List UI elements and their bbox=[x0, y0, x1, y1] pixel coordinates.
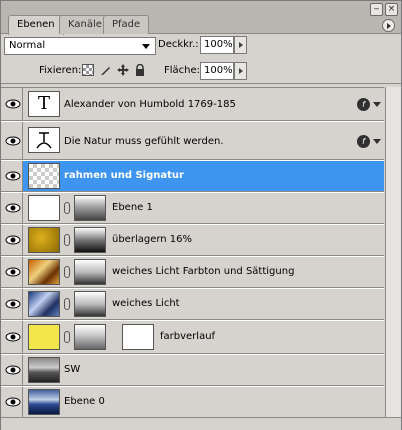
visibility-toggle[interactable] bbox=[1, 122, 23, 159]
layer-name: Ebene 1 bbox=[112, 202, 153, 213]
visibility-toggle[interactable] bbox=[1, 225, 23, 255]
eye-icon bbox=[5, 235, 21, 245]
lock-position-icon[interactable] bbox=[117, 64, 129, 76]
effects-icon[interactable]: f bbox=[357, 135, 370, 148]
text-layer-icon bbox=[28, 127, 60, 153]
gradient-fill-thumbnail bbox=[28, 324, 60, 350]
layer-thumbnail bbox=[28, 357, 60, 383]
layer-row[interactable]: Ebene 1 bbox=[1, 193, 384, 224]
layers-panel: Ebenen Kanäle Pfade ‒ × Normal Deckkr.: … bbox=[0, 0, 402, 430]
eye-icon bbox=[5, 332, 21, 342]
layer-thumbnail bbox=[28, 227, 60, 253]
layer-mask-thumbnail bbox=[74, 291, 106, 317]
eye-icon bbox=[5, 99, 21, 109]
eye-icon bbox=[5, 171, 21, 181]
link-icon[interactable] bbox=[64, 298, 70, 310]
layer-mask-thumbnail bbox=[74, 195, 106, 221]
visibility-toggle[interactable] bbox=[1, 193, 23, 223]
visibility-toggle[interactable] bbox=[1, 355, 23, 385]
layer-name: weiches Licht Farbton und Sättigung bbox=[112, 266, 295, 277]
layer-name: Alexander von Humbold 1769-185 bbox=[64, 99, 236, 110]
lock-pixels-icon[interactable] bbox=[100, 64, 112, 76]
chevron-down-icon[interactable] bbox=[373, 102, 381, 107]
layer-name: SW bbox=[64, 364, 81, 375]
link-icon[interactable] bbox=[64, 331, 70, 343]
eye-icon bbox=[5, 136, 21, 146]
close-icon[interactable]: × bbox=[385, 3, 398, 16]
fill-field[interactable]: 100% bbox=[200, 62, 234, 80]
divider bbox=[1, 83, 401, 84]
visibility-toggle[interactable] bbox=[1, 321, 23, 353]
layer-thumbnail bbox=[28, 163, 60, 189]
layer-mask-thumbnail bbox=[74, 324, 106, 350]
opacity-field[interactable]: 100% bbox=[200, 36, 234, 54]
visibility-toggle[interactable] bbox=[1, 289, 23, 319]
blend-mode-select[interactable]: Normal bbox=[4, 37, 156, 55]
effects-icon[interactable]: f bbox=[357, 98, 370, 111]
visibility-toggle[interactable] bbox=[1, 257, 23, 287]
layer-row[interactable]: SW bbox=[1, 355, 384, 386]
opacity-label: Deckkr.: bbox=[158, 39, 199, 50]
lock-transparent-icon[interactable] bbox=[82, 64, 94, 76]
chevron-down-icon bbox=[142, 44, 150, 49]
layer-row[interactable]: Die Natur muss gefühlt werden. f bbox=[1, 122, 384, 160]
tab-ebenen[interactable]: Ebenen bbox=[8, 15, 64, 35]
visibility-toggle[interactable] bbox=[1, 387, 23, 417]
scrollbar[interactable] bbox=[385, 87, 401, 417]
link-icon[interactable] bbox=[64, 266, 70, 278]
blend-mode-value: Normal bbox=[9, 40, 46, 51]
chevron-down-icon[interactable] bbox=[373, 139, 381, 144]
eye-icon bbox=[5, 203, 21, 213]
panel-menu-icon[interactable] bbox=[382, 19, 395, 32]
layer-mask-thumbnail bbox=[74, 227, 106, 253]
layer-name: farbverlauf bbox=[160, 331, 216, 342]
layer-thumbnail bbox=[28, 291, 60, 317]
fill-slider-button[interactable] bbox=[234, 62, 247, 80]
layer-row-selected[interactable]: rahmen und Signatur bbox=[1, 161, 384, 192]
lock-label: Fixieren: bbox=[39, 65, 82, 76]
layer-name: weiches Licht bbox=[112, 298, 180, 309]
layer-mask-thumbnail bbox=[74, 259, 106, 285]
eye-icon bbox=[5, 299, 21, 309]
layer-name: Ebene 0 bbox=[64, 396, 105, 407]
layer-row[interactable]: farbverlauf bbox=[1, 321, 384, 354]
layer-row[interactable]: überlagern 16% bbox=[1, 225, 384, 256]
panel-footer bbox=[1, 417, 401, 430]
visibility-toggle[interactable] bbox=[1, 88, 23, 120]
text-layer-icon: T bbox=[28, 91, 60, 117]
layer-name: Die Natur muss gefühlt werden. bbox=[64, 136, 224, 147]
tab-bar: Ebenen Kanäle Pfade ‒ × bbox=[1, 1, 401, 35]
layers-list: T Alexander von Humbold 1769-185 f Die N… bbox=[1, 87, 384, 418]
layer-row[interactable]: Ebene 0 bbox=[1, 387, 384, 418]
lock-all-icon[interactable] bbox=[134, 64, 146, 76]
layer-name: rahmen und Signatur bbox=[64, 170, 184, 181]
layer-name: überlagern 16% bbox=[112, 234, 193, 245]
vector-mask-thumbnail bbox=[122, 324, 154, 350]
layer-row[interactable]: T Alexander von Humbold 1769-185 f bbox=[1, 88, 384, 121]
opacity-slider-button[interactable] bbox=[234, 36, 247, 54]
layer-row[interactable]: weiches Licht bbox=[1, 289, 384, 320]
link-icon[interactable] bbox=[64, 234, 70, 246]
fill-label: Fläche: bbox=[164, 65, 201, 76]
layer-thumbnail bbox=[28, 259, 60, 285]
eye-icon bbox=[5, 267, 21, 277]
minimize-icon[interactable]: ‒ bbox=[370, 3, 383, 16]
layer-thumbnail bbox=[28, 389, 60, 415]
layer-thumbnail bbox=[28, 195, 60, 221]
visibility-toggle[interactable] bbox=[1, 161, 23, 191]
layer-row[interactable]: weiches Licht Farbton und Sättigung bbox=[1, 257, 384, 288]
tab-pfade[interactable]: Pfade bbox=[103, 15, 150, 34]
eye-icon bbox=[5, 397, 21, 407]
link-icon[interactable] bbox=[64, 202, 70, 214]
eye-icon bbox=[5, 365, 21, 375]
